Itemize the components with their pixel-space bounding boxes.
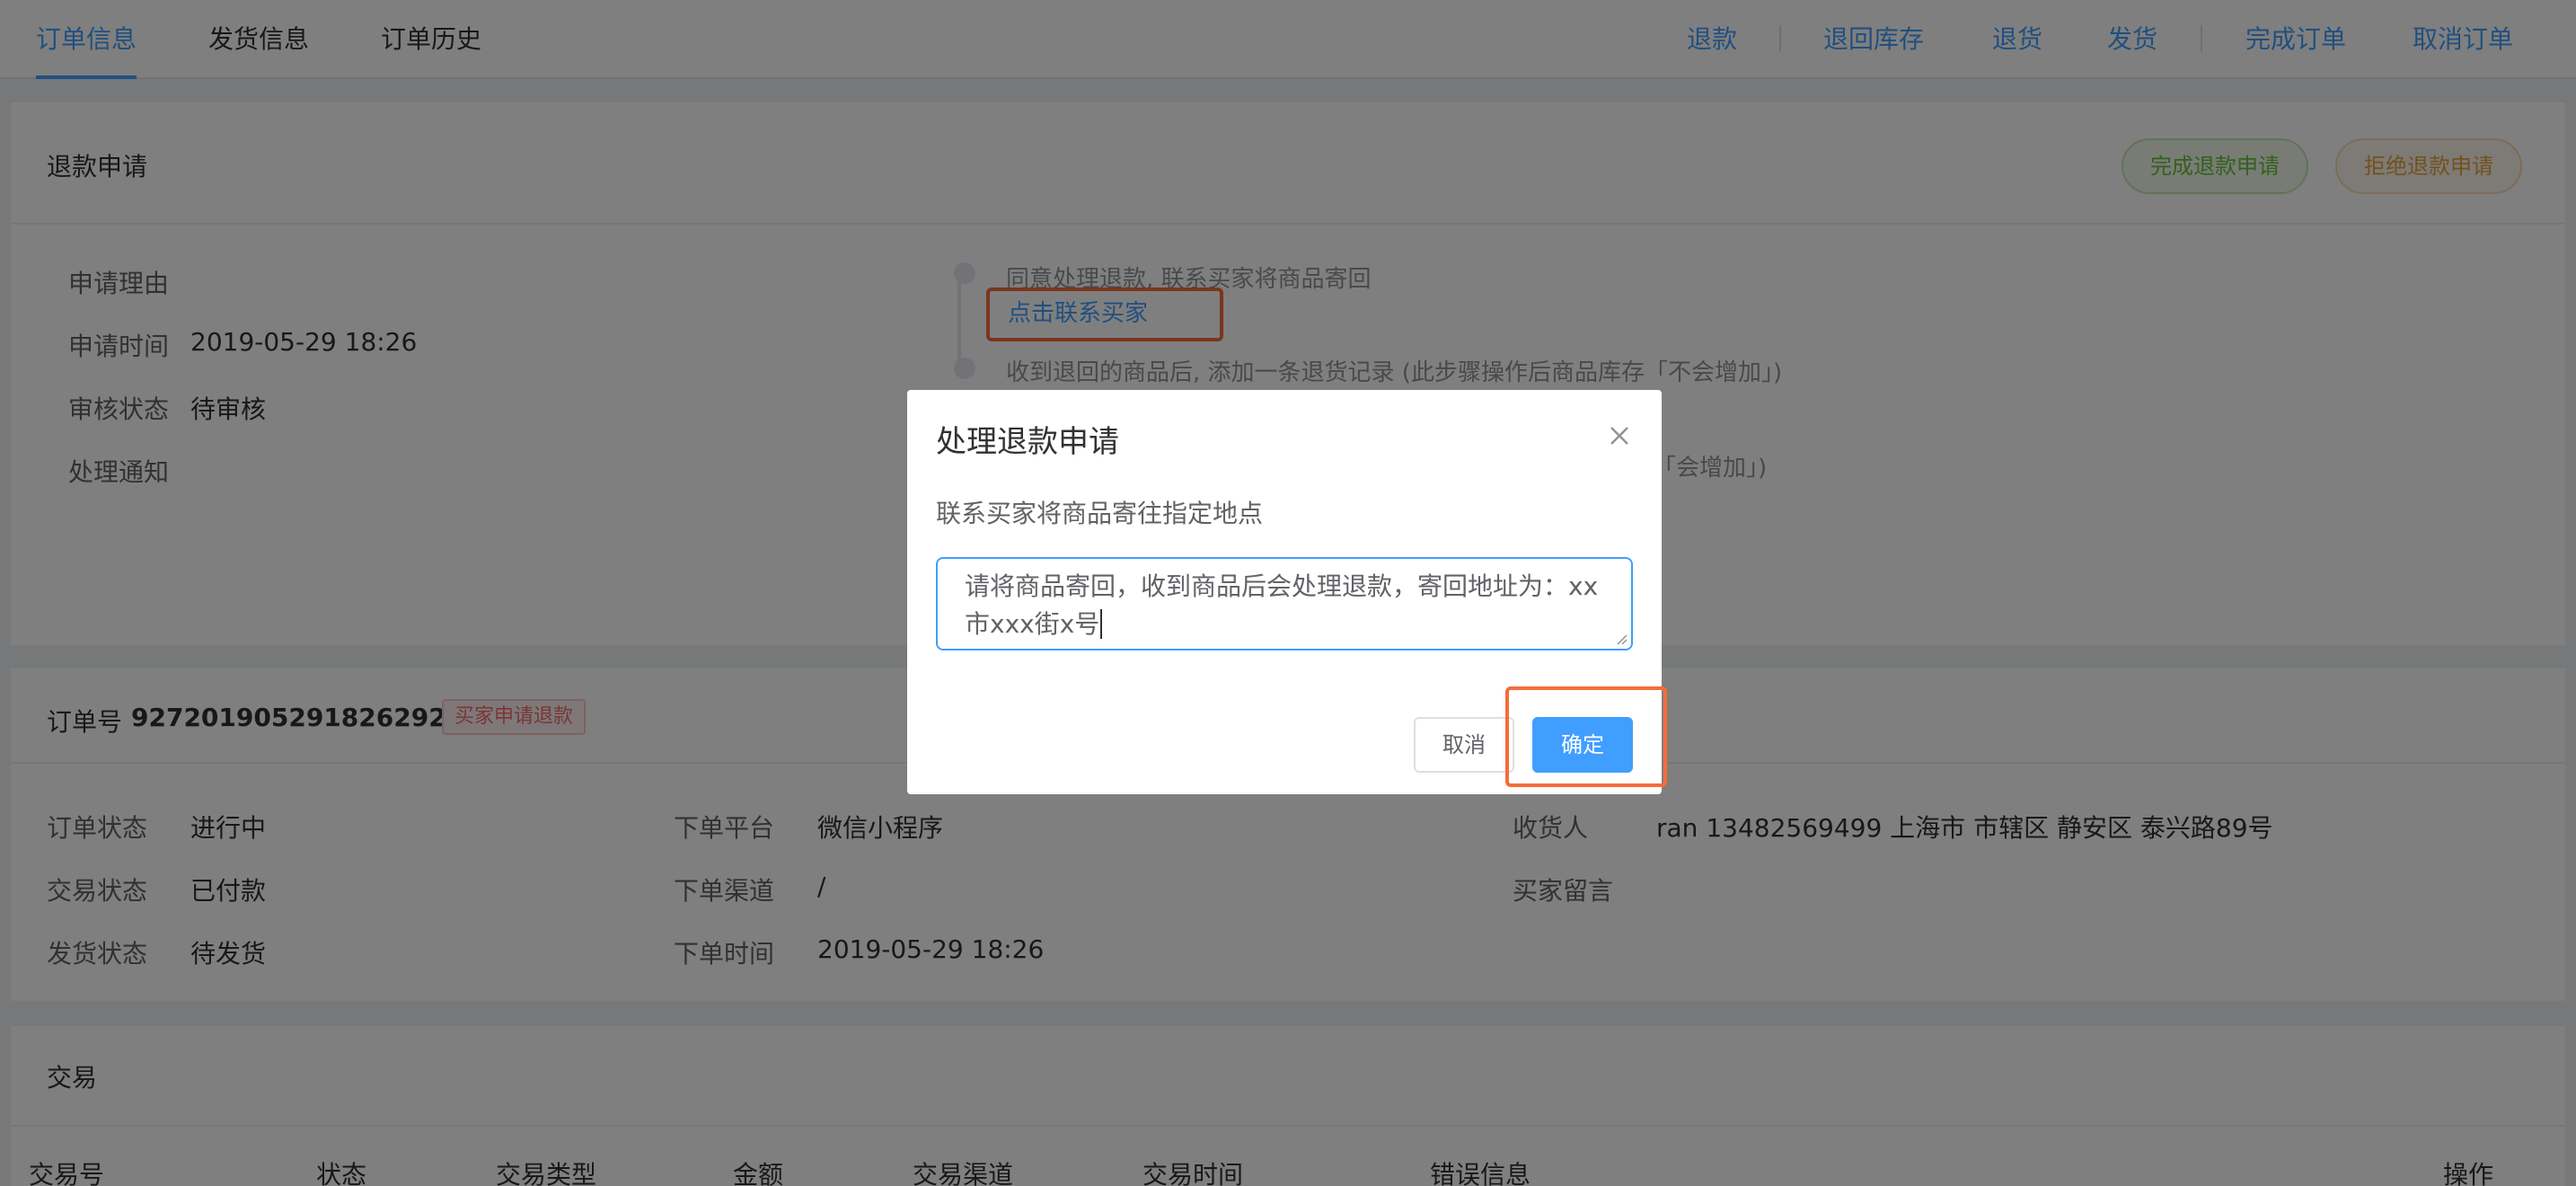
resize-grip-icon[interactable] (1615, 633, 1628, 645)
textarea-text: 请将商品寄回，收到商品后会处理退款，寄回地址为：xx市xxx街x号 (965, 571, 1599, 639)
dialog-message: 联系买家将商品寄往指定地点 (936, 499, 1264, 528)
highlight-confirm-button (1505, 686, 1667, 787)
refund-notice-textarea[interactable]: 请将商品寄回，收到商品后会处理退款，寄回地址为：xx市xxx街x号 (936, 557, 1633, 651)
cancel-button[interactable]: 取消 (1414, 717, 1514, 773)
refund-dialog: 处理退款申请 联系买家将商品寄往指定地点 请将商品寄回，收到商品后会处理退款，寄… (907, 390, 1667, 794)
dialog-title: 处理退款申请 (936, 424, 1119, 460)
close-icon[interactable] (1606, 422, 1633, 449)
text-cursor (1100, 609, 1103, 639)
